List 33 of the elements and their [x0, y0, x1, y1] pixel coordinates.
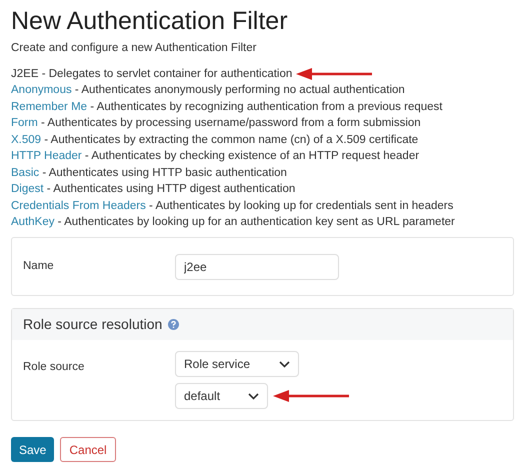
page-title: New Authentication Filter [11, 6, 288, 37]
filter-type-description: - Authenticates using HTTP digest authentication [46, 182, 296, 198]
cancel-button[interactable]: Cancel [60, 437, 116, 462]
help-icon[interactable] [168, 319, 180, 330]
filter-type-description: - Authenticates by recognizing authentication from a previous request [89, 100, 442, 115]
filter-type-description: - Authenticates anonymously performing no actual authentication [74, 83, 405, 98]
filter-type-description: - Authenticates by checking existence of an HTTP request header [84, 149, 420, 164]
role-source-label: Role source [23, 360, 86, 375]
chevron-icon [248, 392, 259, 400]
filter-type-link[interactable]: X.509 [11, 132, 42, 149]
filter-type-link[interactable]: Credentials From Headers [11, 198, 146, 215]
filter-type-link[interactable]: AuthKey [11, 214, 54, 232]
filter-type-link[interactable]: Form [11, 115, 38, 132]
filter-type-description: - Authenticates using HTTP basic authentication [41, 166, 287, 181]
save-button[interactable]: Save [11, 437, 54, 462]
role-service-select[interactable]: Role service [175, 351, 299, 377]
filter-type-name: J2EE [11, 66, 38, 82]
default-select[interactable]: default [175, 383, 268, 409]
filter-type-link[interactable]: HTTP Header [11, 148, 82, 166]
page-subtitle: Create and configure a new Authentication Filter [11, 41, 256, 56]
name-input[interactable]: j2ee [175, 254, 339, 280]
filter-type-description: - Authenticates by looking up for credentials sent in headers [148, 198, 454, 214]
panel-title: Role source resolution [23, 315, 162, 334]
filter-type-link[interactable]: Basic [11, 164, 40, 182]
name-label: Name [23, 258, 55, 274]
chevron-icon [279, 360, 290, 368]
filter-type-link[interactable]: Remember Me [11, 98, 88, 116]
filter-type-description: - Authenticates by looking up for an authentication key sent as URL parameter [56, 215, 455, 230]
filter-type-link[interactable]: Anonymous [11, 82, 72, 100]
filter-type-description: - Authenticates by extracting the common name (cn) of a X.509 certificate [43, 132, 418, 148]
filter-type-description: - Authenticates by processing username/password from a form submission [40, 116, 421, 132]
filter-type-description: - Delegates to servlet container for authentication [40, 66, 292, 82]
filter-type-link[interactable]: Digest [11, 181, 44, 198]
